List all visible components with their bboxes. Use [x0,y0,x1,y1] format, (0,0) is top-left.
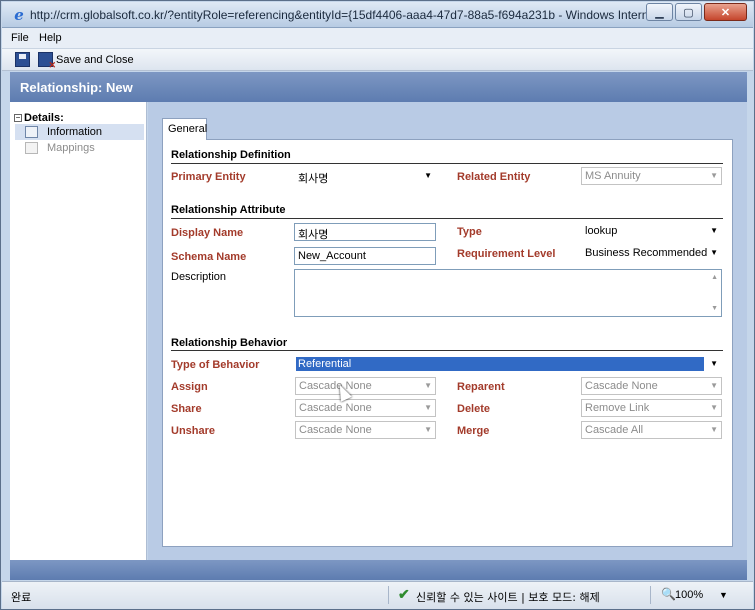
form-header: Relationship: New [10,72,747,102]
description-textarea[interactable]: ▲ ▼ [294,269,722,317]
chevron-down-icon: ▼ [424,381,432,390]
unshare-select: Cascade None ▼ [295,421,436,439]
display-name-input[interactable]: 회사명 [294,223,436,241]
primary-entity-value: 회사명 [298,173,329,185]
status-divider [650,586,651,604]
details-section-header[interactable]: − Details: [14,112,64,124]
type-value: lookup [585,225,618,237]
nav-item-label: Information [47,126,103,138]
zoom-icon[interactable]: 🔍 [661,587,676,601]
left-navigation: − Details: Information Mappings [10,102,147,560]
scroll-up-icon[interactable]: ▲ [711,274,718,281]
chevron-down-icon: ▼ [710,171,718,180]
reparent-select: Cascade None ▼ [581,377,722,395]
merge-select: Cascade All ▼ [581,421,722,439]
nav-item-information[interactable]: Information [15,124,144,140]
unshare-value: Cascade None [299,424,372,436]
browser-window: e http://crm.globalsoft.co.kr/?entityRol… [0,0,755,610]
delete-value: Remove Link [585,402,650,414]
nav-item-label: Mappings [47,142,95,154]
information-icon [25,126,38,138]
menu-bar: File Help [2,28,753,49]
type-select[interactable]: lookup ▼ [581,222,722,240]
form-footer [10,560,747,580]
status-bar: 완료 ✔ 신뢰할 수 있는 사이트 | 보호 모드: 해제 🔍 100% ▼ [2,581,753,609]
security-zone[interactable]: 신뢰할 수 있는 사이트 | 보호 모드: 해제 [416,589,600,605]
window-controls: ▁ ▢ ✕ [646,3,747,21]
share-label: Share [171,403,202,415]
type-of-behavior-label: Type of Behavior [171,359,260,371]
unshare-label: Unshare [171,425,216,437]
type-label: Type [457,226,482,238]
chevron-down-icon: ▼ [424,425,432,434]
chevron-down-icon: ▼ [424,403,432,412]
display-name-label: Display Name [171,227,244,239]
merge-value: Cascade All [585,424,644,436]
menu-help[interactable]: Help [39,32,62,44]
section-definition-title: Relationship Definition [171,149,291,161]
menu-file[interactable]: File [11,32,29,44]
save-and-close-button[interactable]: Save and Close [56,54,134,66]
chevron-down-icon: ▼ [710,381,718,390]
chevron-down-icon: ▼ [710,403,718,412]
section-divider [171,218,723,219]
description-label: Description [171,271,227,283]
zoom-level[interactable]: 100% [675,589,703,601]
section-divider [171,163,723,164]
details-label: Details: [24,112,64,124]
scroll-down-icon[interactable]: ▼ [711,305,718,312]
chevron-down-icon[interactable]: ▼ [719,590,728,600]
requirement-level-value: Business Recommended [585,247,708,259]
internet-explorer-icon: e [14,6,24,24]
schema-name-input[interactable]: New_Account [294,247,436,265]
chevron-down-icon: ▼ [710,359,718,368]
share-value: Cascade None [299,402,372,414]
save-icon[interactable] [15,52,30,67]
toolbar: Save and Close [2,49,753,71]
minimize-button[interactable]: ▁ [646,3,673,21]
reparent-value: Cascade None [585,380,658,392]
title-bar: e http://crm.globalsoft.co.kr/?entityRol… [2,2,753,28]
reparent-label: Reparent [457,381,505,393]
status-divider [388,586,389,604]
related-entity-select: MS Annuity ▼ [581,167,722,185]
chevron-down-icon: ▼ [710,425,718,434]
check-icon: ✔ [398,586,410,602]
schema-name-label: Schema Name [171,251,247,263]
assign-label: Assign [171,381,208,393]
chevron-down-icon: ▼ [710,248,718,257]
chevron-down-icon: ▼ [710,226,718,235]
related-entity-value: MS Annuity [585,170,641,182]
chevron-down-icon: ▼ [424,171,432,180]
collapse-icon[interactable]: − [14,114,22,122]
assign-select: Cascade None ▼ [295,377,436,395]
type-of-behavior-value: Referential [296,357,704,371]
tab-general[interactable]: General [162,118,207,140]
requirement-level-select[interactable]: Business Recommended ▼ [581,244,722,262]
mappings-icon [25,142,38,154]
window-title: http://crm.globalsoft.co.kr/?entityRole=… [30,8,662,22]
related-entity-label: Related Entity [457,171,531,183]
primary-entity-label: Primary Entity [171,171,246,183]
section-divider [171,350,723,351]
requirement-level-label: Requirement Level [457,248,556,260]
primary-entity-select[interactable]: 회사명 ▼ [294,167,436,185]
merge-label: Merge [457,425,490,437]
type-of-behavior-select[interactable]: Referential ▼ [294,355,722,373]
section-behavior-title: Relationship Behavior [171,337,288,349]
save-and-close-icon[interactable] [38,52,56,71]
maximize-button[interactable]: ▢ [675,3,702,21]
delete-select: Remove Link ▼ [581,399,722,417]
close-button[interactable]: ✕ [704,3,747,21]
delete-label: Delete [457,403,491,415]
nav-item-mappings[interactable]: Mappings [15,140,144,156]
page-title: Relationship: New [20,80,133,95]
status-text: 완료 [11,591,32,604]
section-attribute-title: Relationship Attribute [171,204,286,216]
share-select: Cascade None ▼ [295,399,436,417]
